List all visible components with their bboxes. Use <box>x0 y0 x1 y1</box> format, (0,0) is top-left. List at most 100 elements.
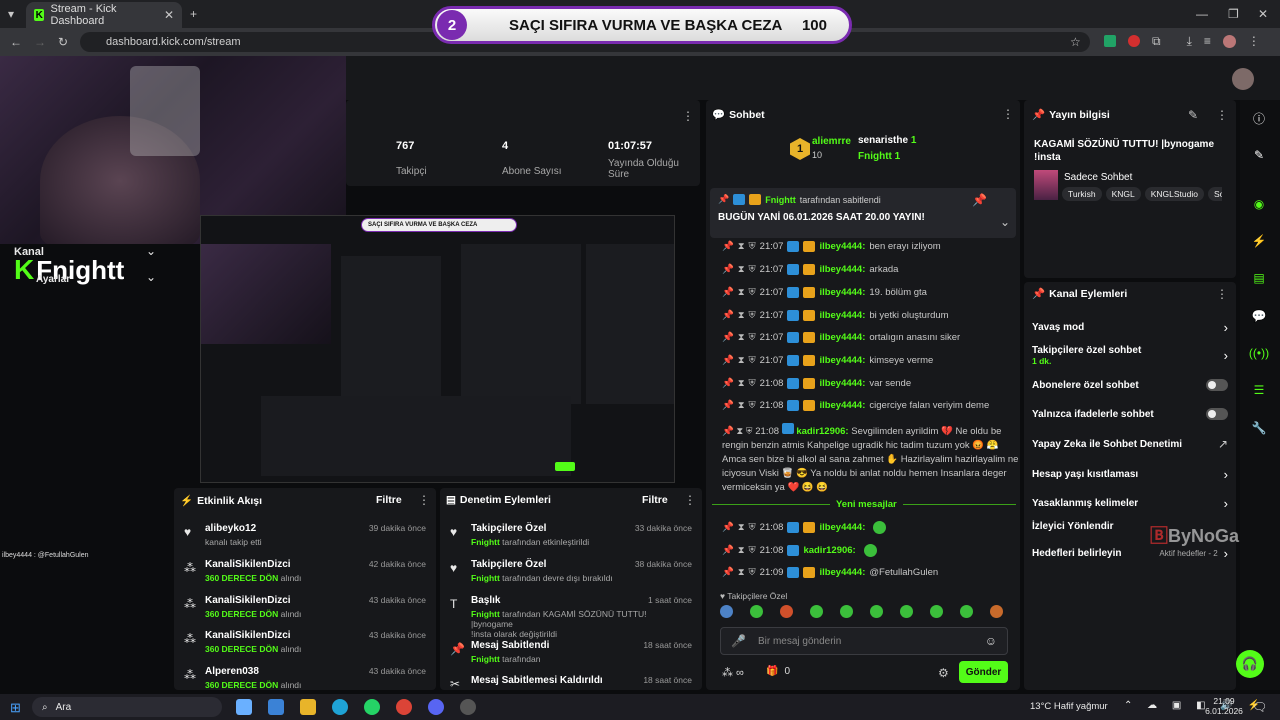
pin-icon[interactable]: 📌 <box>722 264 734 275</box>
activity-filter-button[interactable]: Filtre <box>376 494 402 506</box>
channel-action-item[interactable]: Hedefleri belirleyin Aktif hedefler - 2 › <box>1032 546 1228 561</box>
message-user[interactable]: ilbey4444: <box>819 287 865 298</box>
wrench-icon[interactable]: 🔧 <box>1248 417 1270 439</box>
toggle-switch[interactable] <box>1206 408 1228 420</box>
bookmark-star-icon[interactable]: ☆ <box>1070 36 1081 48</box>
queue-icon[interactable]: ≡ <box>1204 35 1211 48</box>
moderation-item[interactable]: 📌 Mesaj Sabitlendi Fnightt tarafından 18 sa… <box>448 640 696 674</box>
pin-icon[interactable]: 📌 <box>722 332 734 343</box>
shield-icon[interactable]: ⛨ <box>749 400 756 411</box>
profile-avatar[interactable] <box>1222 35 1236 48</box>
camera-icon[interactable]: ◉ <box>1248 193 1270 215</box>
message-user[interactable]: ilbey4444: <box>819 310 865 321</box>
pin-icon[interactable]: 📌 <box>722 400 734 411</box>
chat-message[interactable]: 📌 ⧗ ⛨ 21:08 ilbey4444: var sende <box>722 378 911 389</box>
shield-icon[interactable]: ⛨ <box>749 310 756 321</box>
taskbar-search[interactable]: ⌕ Ara <box>32 697 222 717</box>
message-user[interactable]: ilbey4444: <box>819 400 865 411</box>
discord-icon[interactable] <box>428 699 444 715</box>
shield-icon[interactable]: ⛨ <box>749 332 756 343</box>
edit-icon[interactable]: ✎ <box>1188 109 1198 121</box>
windows-start-icon[interactable]: ⊞ <box>10 700 21 716</box>
chevron-right-icon[interactable]: › <box>1224 546 1228 561</box>
maximize-icon[interactable]: ❐ <box>1228 8 1239 20</box>
forward-icon[interactable]: → <box>34 36 46 48</box>
hourglass-icon[interactable]: ⧗ <box>738 287 745 298</box>
shield-icon[interactable]: ⛨ <box>749 241 756 252</box>
settings-gear-icon[interactable]: ⚙ <box>938 667 949 679</box>
moderation-item[interactable]: ♥ Takipçilere Özel Fnightt tarafından etki… <box>448 523 696 557</box>
shield-icon[interactable]: ⛨ <box>749 545 756 556</box>
notification-icon[interactable]: 🗨 <box>1252 700 1267 714</box>
chat-input[interactable]: 🎤 Bir mesaj gönderin ☺ <box>720 627 1008 655</box>
pin-icon[interactable]: 📌 <box>722 378 734 389</box>
channel-action-item[interactable]: Yalnızca ifadelerle sohbet <box>1032 408 1228 420</box>
emote-icon[interactable] <box>900 605 913 618</box>
channel-action-item[interactable]: Abonelere özel sohbet <box>1032 379 1228 391</box>
hourglass-icon[interactable]: ⧗ <box>738 264 745 275</box>
activity-menu-icon[interactable]: ⋮ <box>418 494 430 506</box>
activity-item[interactable]: ⁂ KanaliSikilenDizci 360 DERECE DÖN alındı… <box>182 630 430 660</box>
expand-chevron-icon[interactable]: ⌄ <box>1000 216 1010 228</box>
emote-icon[interactable] <box>840 605 853 618</box>
message-user[interactable]: ilbey4444: <box>819 378 865 389</box>
stack-icon[interactable]: ☰ <box>1248 379 1270 401</box>
points-display[interactable]: 🎁 0 <box>766 666 790 677</box>
new-tab-icon[interactable]: + <box>190 8 197 20</box>
emote-icon[interactable] <box>720 605 733 618</box>
back-icon[interactable]: ← <box>10 36 22 48</box>
download-icon[interactable]: ⤓ <box>1187 35 1192 48</box>
whatsapp-icon[interactable] <box>364 699 380 715</box>
chat-message[interactable]: 📌 ⧗ ⛨ 21:07 ilbey4444: 19. bölüm gta <box>722 287 927 298</box>
shield-icon[interactable]: ⛨ <box>749 522 756 533</box>
tray-icons[interactable]: ⌃ ☁ ▣ ◧ 🔊 ⚡ <box>1124 700 1266 711</box>
chat-message[interactable]: 📌 ⧗ ⛨ 21:09 ilbey4444: @FetullahGulen <box>722 567 938 578</box>
shield-icon[interactable]: ⛨ <box>749 264 756 275</box>
shield-icon[interactable]: ⛨ <box>749 287 756 298</box>
shield-icon[interactable]: ⛨ <box>749 378 756 389</box>
leader-name[interactable]: aliemrre <box>812 136 851 147</box>
chevron-right-icon[interactable]: › <box>1224 348 1228 363</box>
message-user[interactable]: kadir12906: <box>803 545 855 556</box>
obs-icon[interactable] <box>460 699 476 715</box>
chat-message[interactable]: 📌 ⧗ ⛨ 21:08 kadir12906: <box>722 544 877 557</box>
message-user[interactable]: ilbey4444: <box>819 332 865 343</box>
pin-icon[interactable]: 📌 <box>722 241 734 252</box>
activity-item[interactable]: ⁂ KanaliSikilenDizci 360 DERECE DÖN alındı… <box>182 595 430 625</box>
tag[interactable]: KNGL <box>1105 187 1141 201</box>
channel-action-item[interactable]: Hesap yaşı kısıtlaması › <box>1032 467 1228 482</box>
leader-name[interactable]: senaristhe 1 <box>858 135 916 146</box>
chat-bubble-icon[interactable]: 💬 <box>1248 305 1270 327</box>
stats-menu-icon[interactable]: ⋮ <box>682 110 694 122</box>
puzzle-icon[interactable]: ⧉ <box>1152 35 1161 48</box>
chat-message[interactable]: 📌 ⧗ ⛨ 21:08 ilbey4444: cigerciye falan veriyi… <box>722 400 989 411</box>
broadcast-icon[interactable]: ((•)) <box>1248 342 1270 364</box>
chevron-right-icon[interactable]: › <box>1224 467 1228 482</box>
activity-item[interactable]: ⁂ Alperen038 360 DERECE DÖN alındı 43 dakik… <box>182 666 430 696</box>
message-user[interactable]: ilbey4444: <box>819 567 865 578</box>
reload-icon[interactable]: ↻ <box>58 36 68 48</box>
chevron-down-icon[interactable]: ⌄ <box>146 270 156 284</box>
activity-item[interactable]: ⁂ KanaliSikilenDizci 360 DERECE DÖN alındı… <box>182 559 430 589</box>
message-user[interactable]: ilbey4444: <box>819 522 865 533</box>
browser-tab[interactable]: K Stream - Kick Dashboard ✕ <box>26 2 182 28</box>
chat-message[interactable]: 📌 ⧗ ⛨ 21:07 ilbey4444: kimseye verme <box>722 355 933 366</box>
hourglass-icon[interactable]: ⧗ <box>738 567 745 578</box>
leader-name[interactable]: Fnightt 1 <box>858 151 900 162</box>
emote-icon[interactable] <box>750 605 763 618</box>
tab-search-icon[interactable]: ▾ <box>8 8 14 20</box>
app-icon[interactable] <box>236 699 252 715</box>
edge-icon[interactable] <box>332 699 348 715</box>
chevron-down-icon[interactable]: ⌄ <box>146 244 156 258</box>
weather-text[interactable]: 13°C Hafif yağmur <box>1030 701 1108 712</box>
hourglass-icon[interactable]: ⧗ <box>738 332 745 343</box>
minimize-icon[interactable]: — <box>1196 8 1208 20</box>
close-tab-icon[interactable]: ✕ <box>164 9 174 21</box>
toggle-switch[interactable] <box>1206 379 1228 391</box>
chat-message[interactable]: 📌 ⧗ ⛨ 21:07 ilbey4444: arkada <box>722 264 898 275</box>
moderation-filter-button[interactable]: Filtre <box>642 494 668 506</box>
chevron-right-icon[interactable]: › <box>1224 496 1228 511</box>
stream-info-menu-icon[interactable]: ⋮ <box>1216 109 1228 121</box>
emote-icon[interactable] <box>990 605 1003 618</box>
ayarlar-label[interactable]: Ayarlar <box>36 274 70 285</box>
